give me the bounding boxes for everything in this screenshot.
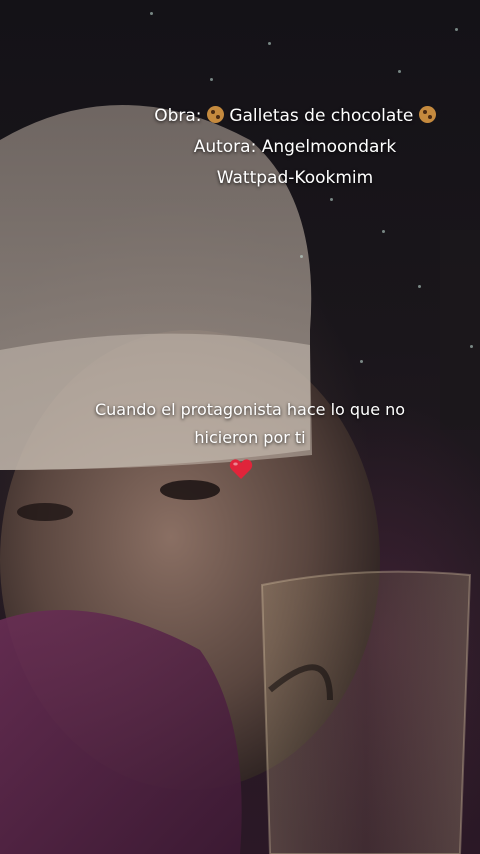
glass-shape bbox=[260, 570, 472, 854]
credits-work-title: Galletas de chocolate bbox=[229, 106, 414, 126]
credits-work-prefix: Obra: bbox=[154, 106, 202, 126]
caption-line-1: Cuando el protagonista hace lo que no bbox=[94, 400, 406, 419]
sparkle bbox=[150, 12, 153, 15]
credits-line-platform: Wattpad-Kookmim bbox=[216, 168, 374, 188]
credits-block: Obra: Galletas de chocolate Autora: Ange… bbox=[110, 101, 480, 194]
eye-right bbox=[160, 480, 220, 500]
cookie-icon bbox=[418, 106, 436, 123]
eye-left bbox=[17, 503, 73, 521]
sparkle bbox=[300, 255, 303, 258]
video-frame: Obra: Galletas de chocolate Autora: Ange… bbox=[0, 0, 480, 854]
cookie-icon bbox=[206, 106, 224, 123]
sparkle bbox=[330, 198, 333, 201]
heart-icon bbox=[229, 459, 253, 479]
caption-block: Cuando el protagonista hace lo que no hi… bbox=[40, 396, 460, 452]
sparkle bbox=[470, 345, 473, 348]
sparkle bbox=[418, 285, 421, 288]
credits-line-author: Autora: Angelmoondark bbox=[193, 137, 397, 157]
sparkle bbox=[210, 78, 213, 81]
sparkle bbox=[455, 28, 458, 31]
sparkle bbox=[268, 42, 271, 45]
sparkle bbox=[382, 230, 385, 233]
caption-line-2: hicieron por ti bbox=[194, 428, 306, 447]
sparkle bbox=[398, 70, 401, 73]
sparkle bbox=[360, 360, 363, 363]
credits-line-work: Obra: Galletas de chocolate bbox=[110, 101, 480, 132]
